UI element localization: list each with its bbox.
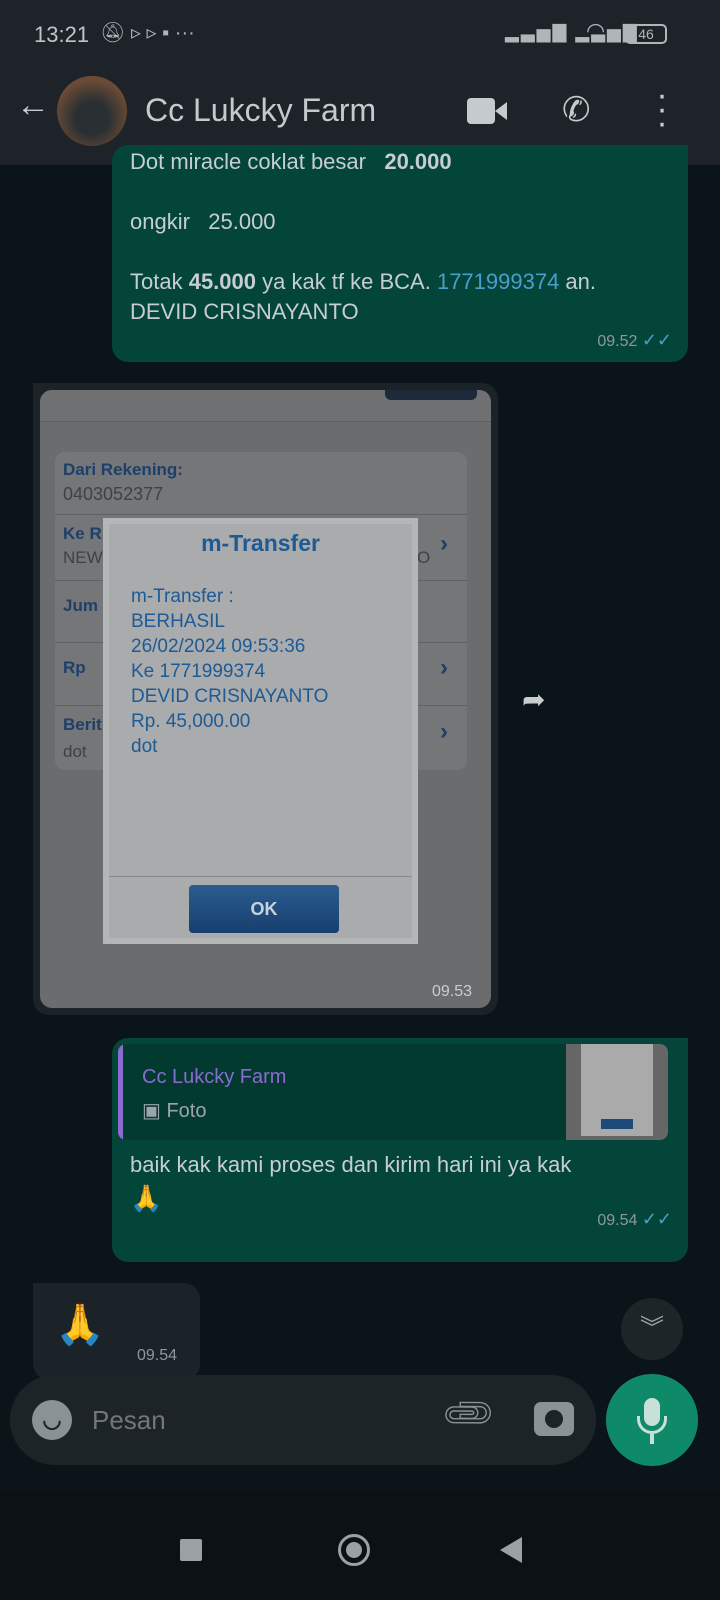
- form-value: O: [417, 548, 431, 567]
- dialog-line: 26/02/2024 09:53:36: [131, 636, 306, 657]
- contact-name[interactable]: Cc Lukcky Farm: [145, 92, 376, 129]
- pray-emoji: 🙏: [130, 1183, 163, 1213]
- dialog-line: Rp. 45,000.00: [131, 711, 251, 732]
- message-input-bar[interactable]: ◡ 📎︎: [10, 1375, 596, 1465]
- quoted-sender: Cc Lukcky Farm: [142, 1066, 287, 1088]
- video-call-icon[interactable]: [467, 98, 507, 124]
- read-ticks-icon: ✓✓: [641, 330, 672, 350]
- pray-emoji: 🙏: [55, 1303, 105, 1347]
- account-number-link[interactable]: 1771999374: [437, 269, 559, 294]
- forward-icon[interactable]: ➦: [522, 683, 545, 716]
- back-button[interactable]: [500, 1537, 522, 1563]
- transfer-screenshot-image[interactable]: Dari Rekening: 0403052377 Ke R NEW O Jum…: [40, 390, 491, 1008]
- status-bar: 13:21 🔕︎ ▹ ▹ ▪ ··· ▂▃▅▇ ▂▃▅▇ ◠ 46: [0, 0, 720, 70]
- navigation-bar: [0, 1490, 720, 1600]
- message-line: ongkir 25.000: [130, 209, 276, 234]
- chevron-right-icon: ›: [440, 654, 448, 681]
- dialog-line: BERHASIL: [131, 611, 225, 632]
- form-value: NEW: [63, 548, 103, 567]
- dialog-title: m-Transfer: [201, 530, 320, 556]
- double-chevron-down-icon: ︾: [640, 1315, 664, 1342]
- back-arrow-icon[interactable]: ←: [16, 86, 50, 125]
- chat-area[interactable]: Dot miracle coklat besar 20.000 ongkir 2…: [0, 145, 720, 1490]
- message-line: Totak 45.000 ya kak tf ke BCA. 177199937…: [130, 269, 597, 294]
- transfer-dialog: m-Transfer m-Transfer : BERHASIL 26/02/2…: [103, 518, 418, 944]
- dialog-line: m-Transfer :: [131, 586, 234, 607]
- form-label: Jum: [63, 596, 98, 615]
- message-input[interactable]: [92, 1395, 432, 1445]
- phone-call-icon[interactable]: ✆: [562, 90, 591, 130]
- notification-icons: 🔕︎ ▹ ▹ ▪ ···: [100, 22, 195, 44]
- dialog-line: dot: [131, 736, 158, 757]
- voice-message-button[interactable]: [606, 1374, 698, 1466]
- form-label: Berit: [63, 715, 102, 734]
- attach-icon[interactable]: 📎︎: [438, 1383, 500, 1445]
- incoming-message[interactable]: 🙏 09.54: [33, 1283, 200, 1380]
- message-time: 09.54: [137, 1347, 178, 1364]
- form-label: Dari Rekening:: [63, 460, 183, 479]
- battery-indicator: 46: [625, 24, 667, 44]
- recents-button[interactable]: [180, 1539, 202, 1561]
- avatar[interactable]: [57, 76, 127, 146]
- wifi-icon: ◠: [586, 18, 606, 43]
- message-time: 09.53: [431, 983, 472, 1000]
- quoted-thumbnail: [566, 1044, 668, 1140]
- message-time: 09.54: [597, 1212, 638, 1229]
- chevron-right-icon: ›: [440, 530, 448, 557]
- form-label: Ke R: [63, 524, 102, 543]
- photo-icon: ▣: [142, 1100, 161, 1122]
- form-value: 0403052377: [63, 484, 164, 504]
- outgoing-reply-message[interactable]: Cc Lukcky Farm ▣ Foto baik kak kami pros…: [112, 1038, 688, 1262]
- ok-button: OK: [189, 885, 339, 933]
- more-options-icon[interactable]: · · ·: [655, 78, 669, 140]
- signal-icon: ▂▃▅▇ ▂▃▅▇: [505, 22, 639, 42]
- quoted-type: Foto: [166, 1100, 207, 1122]
- scroll-down-button[interactable]: ︾: [621, 1298, 683, 1360]
- message-time: 09.52: [597, 333, 638, 350]
- dialog-line: Ke 1771999374: [131, 661, 266, 682]
- form-value: dot: [63, 742, 87, 761]
- quoted-message[interactable]: Cc Lukcky Farm ▣ Foto: [118, 1044, 668, 1140]
- home-button[interactable]: [338, 1534, 370, 1566]
- chevron-right-icon: ›: [440, 718, 448, 745]
- outgoing-message[interactable]: Dot miracle coklat besar 20.000 ongkir 2…: [112, 145, 688, 362]
- camera-icon[interactable]: [534, 1402, 574, 1436]
- incoming-image-message[interactable]: Dari Rekening: 0403052377 Ke R NEW O Jum…: [33, 383, 498, 1015]
- message-line: Dot miracle coklat besar 20.000: [130, 149, 452, 174]
- message-line: DEVID CRISNAYANTO: [130, 299, 359, 324]
- read-ticks-icon: ✓✓: [641, 1209, 672, 1229]
- status-time: 13:21: [34, 22, 90, 47]
- dialog-line: DEVID CRISNAYANTO: [131, 686, 329, 707]
- emoji-icon[interactable]: ◡: [32, 1400, 72, 1440]
- form-label: Rp: [63, 658, 86, 677]
- message-text: baik kak kami proses dan kirim hari ini …: [130, 1152, 572, 1177]
